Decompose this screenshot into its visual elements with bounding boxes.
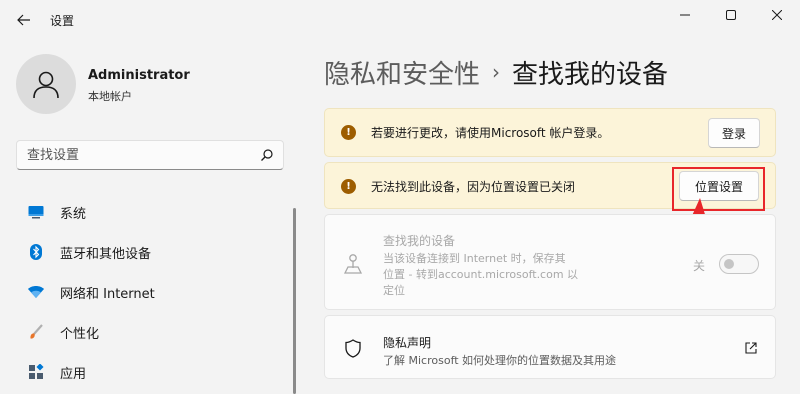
search-icon[interactable] [259,147,275,163]
open-external-icon[interactable] [745,342,757,354]
breadcrumb-separator: › [492,60,501,84]
find-device-desc-line1: 当该设备连接到 Internet 时，保存其 [383,252,566,265]
toggle-state-label: 关 [693,259,706,273]
arrow-left-icon [17,14,30,26]
user-name: Administrator [88,68,190,83]
signin-button[interactable]: 登录 [708,118,760,148]
monitor-icon [28,204,44,220]
location-pin-icon [343,254,363,274]
location-warning-text: 无法找到此设备，因为位置设置已关闭 [371,180,576,194]
search-input[interactable] [27,146,247,164]
shield-icon [345,339,361,358]
apps-icon [28,364,44,380]
sidebar-item-system[interactable]: 系统 [16,194,286,228]
avatar[interactable] [16,54,76,114]
title-bar: 设置 [0,0,800,40]
search-box[interactable] [16,140,284,170]
warning-icon: ! [341,179,356,194]
sidebar-item-label: 网络和 Internet [60,287,155,302]
privacy-statement-card[interactable]: 隐私声明 了解 Microsoft 如何处理你的位置数据及其用途 [324,315,776,379]
find-device-desc-line3: 定位 [383,284,405,297]
signin-warning-text: 若要进行更改，请使用Microsoft 帐户登录。 [371,126,610,140]
close-icon [772,10,782,20]
find-device-title: 查找我的设备 [383,234,456,248]
wifi-icon [28,284,44,300]
privacy-title: 隐私声明 [383,336,432,350]
privacy-desc: 了解 Microsoft 如何处理你的位置数据及其用途 [383,354,617,367]
sidebar-scrollbar[interactable] [293,208,296,394]
brush-icon [28,324,44,340]
find-my-device-card: 查找我的设备 当该设备连接到 Internet 时，保存其 位置 - 转到acc… [324,214,776,310]
maximize-button[interactable] [708,0,754,30]
account-type: 本地帐户 [88,90,132,103]
app-title: 设置 [50,14,75,28]
warning-icon: ! [341,125,356,140]
breadcrumb-parent[interactable]: 隐私和安全性 [324,54,480,91]
sidebar-item-personalization[interactable]: 个性化 [16,314,286,348]
person-icon [33,71,59,99]
find-device-desc-line2: 位置 - 转到account.microsoft.com 以 [383,268,579,281]
breadcrumb: 隐私和安全性 › 查找我的设备 [324,52,668,92]
page-title: 查找我的设备 [512,59,669,90]
maximize-icon [726,10,736,20]
sidebar-item-network[interactable]: 网络和 Internet [16,274,286,308]
bluetooth-icon [28,244,44,260]
toggle-knob [724,259,734,269]
minimize-icon [680,14,690,16]
minimize-button[interactable] [662,0,708,30]
back-button[interactable] [8,6,40,34]
sidebar-item-apps[interactable]: 应用 [16,354,286,388]
sidebar-item-bluetooth[interactable]: 蓝牙和其他设备 [16,234,286,268]
sidebar-item-label: 蓝牙和其他设备 [60,247,152,262]
sidebar-item-label: 系统 [60,207,87,222]
sidebar-item-label: 个性化 [60,327,100,342]
close-button[interactable] [754,0,800,30]
sidebar-item-label: 应用 [60,367,87,382]
find-device-toggle[interactable] [719,254,759,274]
signin-warning-card: ! 若要进行更改，请使用Microsoft 帐户登录。 登录 [324,108,776,157]
